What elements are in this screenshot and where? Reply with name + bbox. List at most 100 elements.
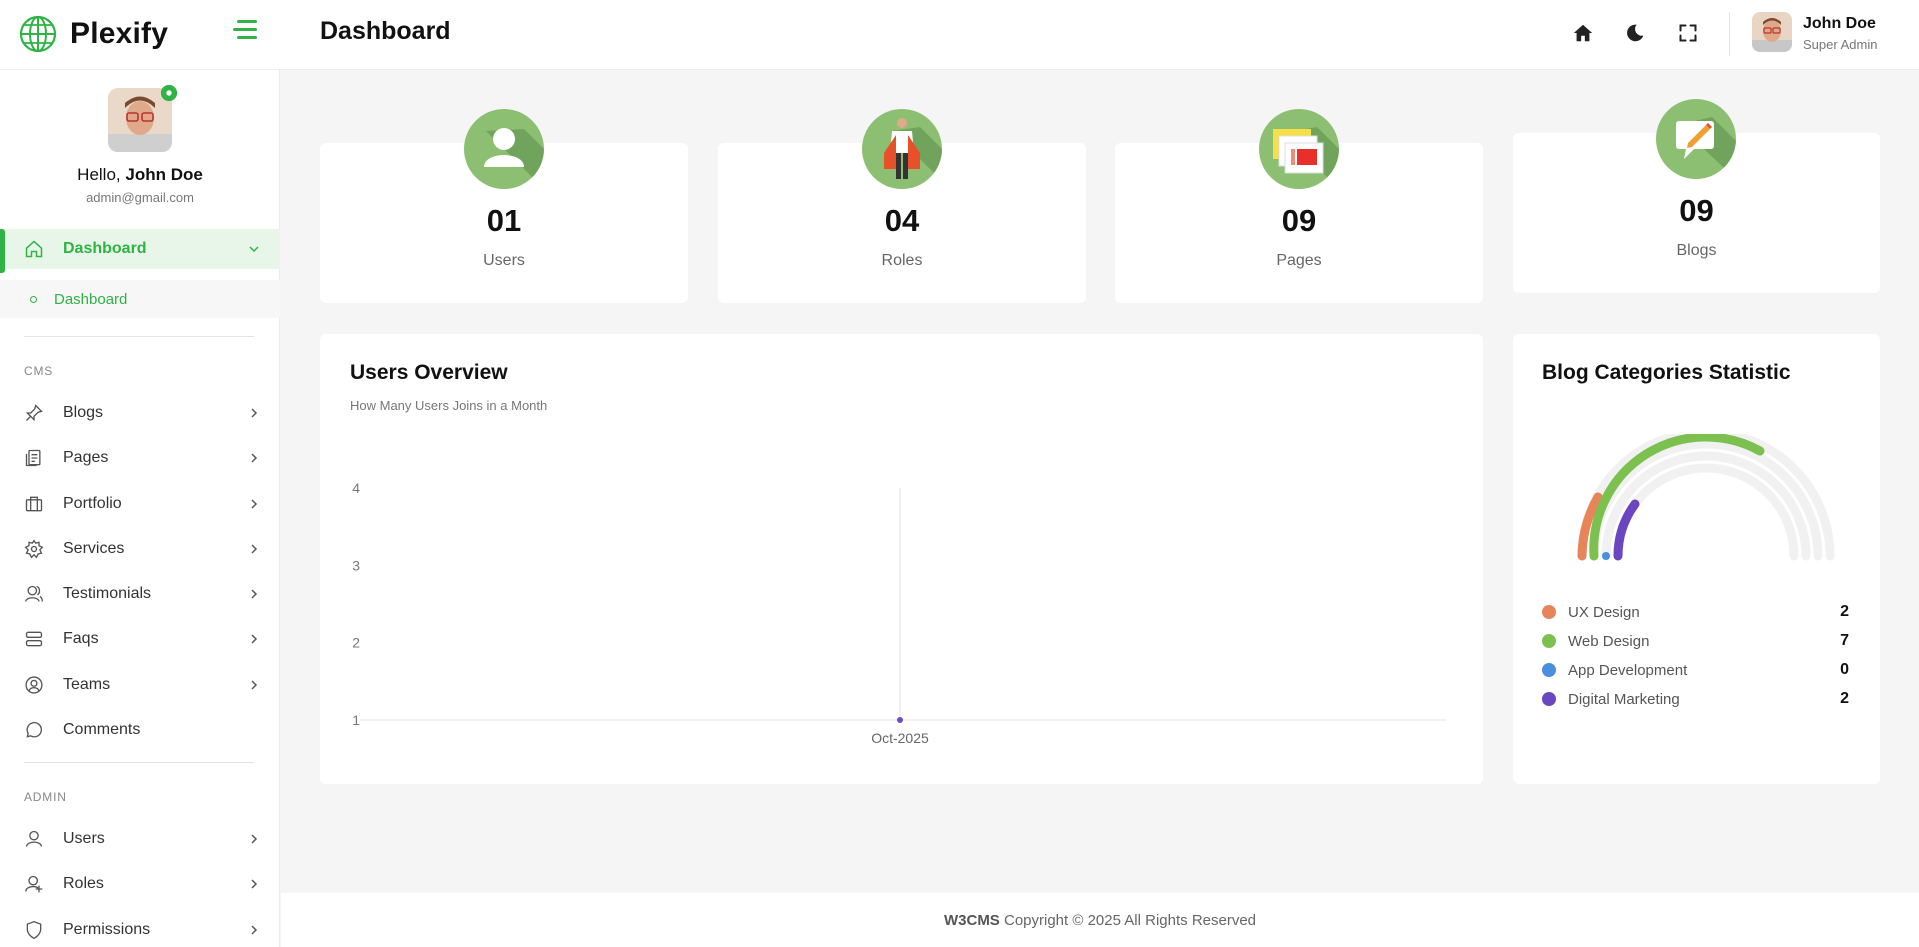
faq-icon bbox=[23, 628, 45, 650]
legend-item-web-design: Web Design 7 bbox=[1542, 630, 1849, 652]
sidebar-item-services[interactable]: Services bbox=[0, 529, 280, 569]
sidebar-item-label: Teams bbox=[63, 676, 111, 693]
sidebar-item-testimonials[interactable]: Testimonials bbox=[0, 574, 280, 614]
sidebar-item-label: Dashboard bbox=[63, 240, 147, 257]
sidebar-greeting: Hello, John Doe bbox=[0, 165, 280, 185]
settings-gear-icon[interactable] bbox=[160, 84, 178, 102]
home-icon[interactable] bbox=[1570, 20, 1596, 46]
sidebar-item-dashboard[interactable]: Dashboard bbox=[0, 229, 280, 273]
submenu-item-dashboard[interactable]: Dashboard bbox=[0, 280, 280, 318]
header-avatar[interactable] bbox=[1752, 12, 1792, 52]
legend-item-digital-marketing: Digital Marketing 2 bbox=[1542, 688, 1849, 710]
sidebar-divider bbox=[24, 762, 254, 763]
y-tick-label: 3 bbox=[352, 557, 360, 573]
greeting-text: Hello, bbox=[77, 165, 121, 184]
menu-toggle-icon[interactable] bbox=[233, 20, 257, 44]
footer-brand[interactable]: W3CMS bbox=[944, 912, 1000, 929]
blog-categories-panel: Blog Categories Statistic UX Design 2 We… bbox=[1513, 334, 1880, 784]
page-title: Dashboard bbox=[320, 17, 451, 45]
person-role-icon bbox=[862, 109, 942, 189]
stat-card-pages[interactable]: 09 Pages bbox=[1115, 109, 1483, 303]
legend-label: UX Design bbox=[1568, 603, 1640, 621]
chevron-right-icon bbox=[251, 408, 258, 418]
sidebar-item-roles[interactable]: Roles bbox=[0, 864, 280, 904]
sidebar-item-label: Services bbox=[63, 540, 125, 557]
stat-value: 09 bbox=[1679, 193, 1714, 228]
x-tick-label: Oct-2025 bbox=[871, 730, 929, 746]
header-user-role: Super Admin bbox=[1803, 37, 1878, 52]
bullet-icon bbox=[30, 295, 37, 303]
y-tick-label: 4 bbox=[352, 480, 360, 496]
sidebar-item-faqs[interactable]: Faqs bbox=[0, 619, 280, 659]
legend-dot bbox=[1542, 634, 1556, 648]
legend-dot bbox=[1542, 663, 1556, 677]
sidebar-item-portfolio[interactable]: Portfolio bbox=[0, 484, 280, 524]
panel-title: Blog Categories Statistic bbox=[1542, 361, 1791, 384]
users-overview-panel: Users Overview How Many Users Joins in a… bbox=[320, 334, 1483, 784]
header-divider bbox=[1729, 12, 1730, 56]
sidebar-item-blogs[interactable]: Blogs bbox=[0, 393, 280, 433]
stat-card-blogs[interactable]: 09 Blogs bbox=[1513, 99, 1880, 293]
stat-value: 01 bbox=[486, 203, 522, 238]
role-icon bbox=[23, 873, 45, 895]
submenu-item-label: Dashboard bbox=[54, 290, 128, 308]
sidebar-item-label: Faqs bbox=[63, 630, 99, 647]
sidebar-email: admin@gmail.com bbox=[86, 190, 194, 205]
legend-value: 7 bbox=[1840, 632, 1849, 649]
comment-icon bbox=[23, 719, 45, 741]
user-icon bbox=[23, 828, 45, 850]
brand-name: Plexify bbox=[70, 17, 169, 50]
footer-copyright: Copyright © 2025 All Rights Reserved bbox=[1004, 912, 1257, 929]
stat-card-users[interactable]: 01 Users bbox=[320, 109, 688, 303]
fullscreen-icon[interactable] bbox=[1675, 20, 1701, 46]
gear-icon bbox=[23, 538, 45, 560]
section-label-cms: CMS bbox=[24, 364, 54, 378]
footer: W3CMS Copyright © 2025 All Rights Reserv… bbox=[281, 893, 1919, 947]
header-user-name[interactable]: John Doe bbox=[1803, 15, 1876, 33]
pages-stack-icon bbox=[1259, 109, 1339, 189]
brand-logo[interactable]: Plexify bbox=[18, 14, 168, 54]
sidebar-item-label: Users bbox=[63, 830, 105, 847]
sidebar-item-teams[interactable]: Teams bbox=[0, 665, 280, 705]
section-label-admin: ADMIN bbox=[24, 790, 67, 804]
chevron-down-icon bbox=[249, 246, 259, 253]
pin-icon bbox=[23, 402, 45, 424]
stat-card-roles[interactable]: 04 Roles bbox=[718, 109, 1086, 303]
sidebar-item-users[interactable]: Users bbox=[0, 819, 280, 859]
moon-icon[interactable] bbox=[1622, 20, 1648, 46]
legend-value: 0 bbox=[1840, 661, 1849, 678]
sidebar-item-label: Comments bbox=[63, 721, 141, 738]
stat-value: 09 bbox=[1281, 203, 1317, 238]
legend-label: Web Design bbox=[1568, 632, 1650, 650]
users-icon bbox=[23, 583, 45, 605]
stat-label: Blogs bbox=[1676, 242, 1717, 259]
chevron-right-icon bbox=[251, 879, 258, 889]
user-avatar-icon bbox=[464, 109, 544, 189]
chevron-right-icon bbox=[251, 925, 258, 935]
legend-item-app-development: App Development 0 bbox=[1542, 659, 1849, 681]
sidebar-item-label: Permissions bbox=[63, 921, 151, 938]
briefcase-icon bbox=[23, 493, 45, 515]
shield-icon bbox=[23, 919, 45, 941]
legend-label: App Development bbox=[1568, 661, 1688, 679]
sidebar-item-label: Testimonials bbox=[63, 585, 152, 602]
chevron-right-icon bbox=[251, 544, 258, 554]
sidebar-item-label: Blogs bbox=[63, 404, 104, 421]
legend-item-ux-design: UX Design 2 bbox=[1542, 601, 1849, 623]
chevron-right-icon bbox=[251, 634, 258, 644]
greeting-user-name: John Doe bbox=[125, 165, 203, 184]
users-line-chart: 1 2 3 4 Oct-2025 bbox=[352, 480, 1446, 746]
y-tick-label: 2 bbox=[352, 635, 360, 651]
sidebar-item-pages[interactable]: Pages bbox=[0, 438, 280, 478]
legend-dot bbox=[1542, 605, 1556, 619]
stat-label: Users bbox=[483, 252, 525, 269]
sidebar-item-label: Roles bbox=[63, 875, 104, 892]
sidebar-item-permissions[interactable]: Permissions bbox=[0, 910, 280, 947]
sidebar-item-comments[interactable]: Comments bbox=[0, 710, 280, 750]
chevron-right-icon bbox=[251, 453, 258, 463]
legend-value: 2 bbox=[1840, 690, 1849, 707]
legend-label: Digital Marketing bbox=[1568, 690, 1680, 708]
chevron-right-icon bbox=[251, 680, 258, 690]
stat-value: 04 bbox=[884, 203, 920, 238]
globe-icon bbox=[19, 15, 57, 53]
